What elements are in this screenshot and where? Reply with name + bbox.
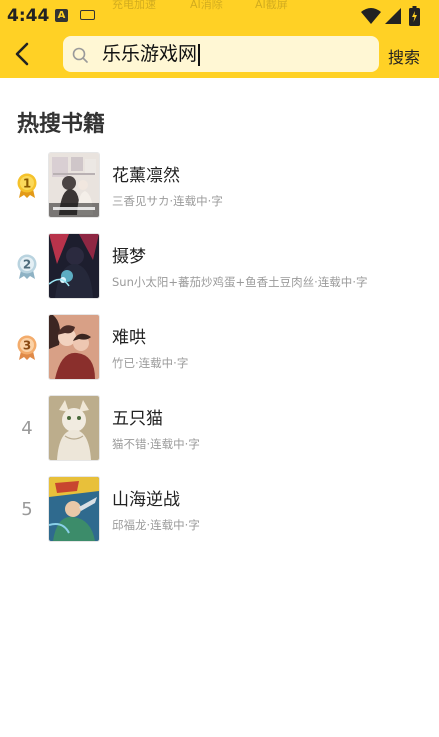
search-button[interactable]: 搜索 <box>388 44 420 68</box>
ghost-toolbar-item: AI截屏 <box>255 0 288 11</box>
keyboard-notification-icon <box>80 10 95 20</box>
svg-text:3: 3 <box>23 339 31 353</box>
book-meta: 猫不错·连载中·字 <box>112 437 200 451</box>
gold-medal-icon: 1 <box>17 173 37 198</box>
book-meta: 竹已·连载中·字 <box>112 356 189 370</box>
bronze-medal-icon: 3 <box>17 335 37 360</box>
silver-medal-icon: 2 <box>17 254 37 279</box>
section-title: 热搜书籍 <box>17 112 106 137</box>
ghost-toolbar-item: 充电加速 <box>112 0 156 11</box>
book-cover[interactable] <box>48 233 100 299</box>
book-item[interactable]: 5 山海逆战 邱福龙·连载中·字 <box>0 475 439 547</box>
book-cover[interactable] <box>48 395 100 461</box>
rank-number: 4 <box>21 418 33 439</box>
top-bar: 4:44 A 充电加速 AI消除 AI截屏 乐乐游戏网 搜索 <box>0 0 439 78</box>
back-arrow-icon <box>15 42 29 66</box>
back-button[interactable] <box>7 38 37 70</box>
status-time: 4:44 <box>7 6 50 26</box>
book-meta: 三香见サカ·连载中·字 <box>112 194 223 208</box>
book-title[interactable]: 难哄 <box>112 323 146 348</box>
search-input[interactable]: 乐乐游戏网 <box>63 36 379 72</box>
book-cover[interactable] <box>48 152 100 218</box>
svg-text:1: 1 <box>23 177 31 191</box>
book-meta: Sun小太阳+蕃茄炒鸡蛋+鱼香土豆肉丝·连载中·字 <box>112 275 368 289</box>
app-notification-icon: A <box>55 9 68 22</box>
book-cover[interactable] <box>48 476 100 542</box>
book-title[interactable]: 摄梦 <box>112 242 146 267</box>
book-item[interactable]: 2 摄梦 Sun小太阳+蕃茄炒鸡蛋+鱼香土豆肉丝·连载中·字 <box>0 232 439 304</box>
rank-number: 5 <box>21 499 33 520</box>
status-icons <box>361 6 431 26</box>
book-item[interactable]: 4 五只猫 猫不错·连载中·字 <box>0 394 439 466</box>
book-item[interactable]: 1 花薰凛然 三香见サカ·连载中·字 <box>0 151 439 223</box>
text-cursor <box>198 43 200 66</box>
book-title[interactable]: 花薰凛然 <box>112 161 180 186</box>
battery-icon <box>409 6 420 26</box>
book-meta: 邱福龙·连载中·字 <box>112 518 200 532</box>
status-bar: 4:44 A 充电加速 AI消除 AI截屏 <box>0 0 439 32</box>
signal-icon <box>385 8 401 24</box>
svg-text:2: 2 <box>23 258 31 272</box>
book-cover[interactable] <box>48 314 100 380</box>
wifi-icon <box>361 8 381 24</box>
book-title[interactable]: 山海逆战 <box>112 485 180 510</box>
search-icon <box>72 47 88 63</box>
book-item[interactable]: 3 难哄 竹已·连载中·字 <box>0 313 439 385</box>
book-title[interactable]: 五只猫 <box>112 404 163 429</box>
search-query-text[interactable]: 乐乐游戏网 <box>102 42 200 66</box>
ghost-toolbar-item: AI消除 <box>190 0 223 11</box>
